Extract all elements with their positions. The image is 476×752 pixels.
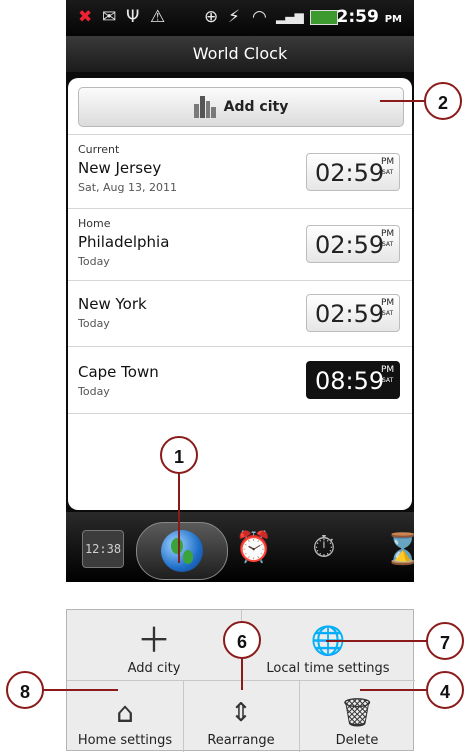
world-clock-icon[interactable] xyxy=(136,522,228,580)
city-label: Current xyxy=(78,143,120,156)
warning-icon: ⚠ xyxy=(150,7,166,27)
rearrange-icon: ⇕ xyxy=(230,698,252,728)
menu-item-add-city[interactable]: ＋ Add city xyxy=(67,610,241,676)
status-bar: ✖ ✉ Ψ ⚠ ⊕ ⚡ ◠ ▂▄▆ 2:59 PM xyxy=(66,0,414,36)
usb-icon: Ψ xyxy=(126,7,140,27)
city-ampm: PM xyxy=(381,229,395,239)
home-clock-icon: ⌂ xyxy=(116,696,134,729)
city-date: Today xyxy=(78,385,110,398)
city-date: Sat, Aug 13, 2011 xyxy=(78,181,177,194)
bottom-tab-bar: 12:38 ⏰ ⏱ ⌛ xyxy=(66,512,421,582)
callout-line xyxy=(178,473,180,563)
location-icon: ⊕ xyxy=(204,7,219,27)
callout-badge: 8 xyxy=(6,671,44,709)
menu-item-label: Rearrange xyxy=(207,733,275,748)
city-clock: 02:59 PM SAT xyxy=(306,153,400,191)
add-city-button[interactable]: Add city xyxy=(78,87,404,127)
callout-badge: 7 xyxy=(426,622,464,660)
menu-item-label: Local time settings xyxy=(266,661,390,676)
globe-icon xyxy=(161,530,203,572)
callout-badge: 6 xyxy=(223,621,261,659)
city-label: Home xyxy=(78,217,111,230)
city-row[interactable]: Cape Town Today 08:59 PM SAT xyxy=(68,346,412,414)
callout-line xyxy=(241,658,243,690)
status-time: 2:59 PM xyxy=(337,7,403,27)
callout-line xyxy=(360,689,426,691)
battery-icon xyxy=(310,10,338,25)
city-time: 02:59 xyxy=(315,300,385,328)
city-clock: 02:59 PM SAT xyxy=(306,294,400,332)
city-row[interactable]: Current New Jersey Sat, Aug 13, 2011 02:… xyxy=(68,134,412,209)
signal-icon: ⚡ xyxy=(228,7,240,27)
status-time-value: 2:59 xyxy=(336,7,379,27)
city-day: SAT xyxy=(382,241,394,248)
city-ampm: PM xyxy=(381,365,395,375)
missed-call-icon: ✖ xyxy=(78,7,93,27)
city-row[interactable]: New York Today 02:59 PM SAT xyxy=(68,280,412,347)
callout-badge: 4 xyxy=(426,671,464,709)
callout-line xyxy=(326,640,428,642)
phone-screen: ✖ ✉ Ψ ⚠ ⊕ ⚡ ◠ ▂▄▆ 2:59 PM World Clock Ad… xyxy=(66,0,421,582)
callout-line xyxy=(42,689,118,691)
city-day: SAT xyxy=(382,377,394,384)
city-date: Today xyxy=(78,255,110,268)
callout-line xyxy=(380,100,426,102)
city-day: SAT xyxy=(382,310,394,317)
menu-item-label: Home settings xyxy=(77,733,173,748)
status-time-suffix: PM xyxy=(384,14,402,25)
city-time: 02:59 xyxy=(315,159,385,187)
alarm-icon[interactable]: ⏰ xyxy=(234,526,274,570)
city-row[interactable]: Home Philadelphia Today 02:59 PM SAT xyxy=(68,208,412,281)
city-clock: 08:59 PM SAT xyxy=(306,361,400,399)
city-day: SAT xyxy=(382,169,394,176)
mail-icon: ✉ xyxy=(102,7,117,27)
callout-badge: 2 xyxy=(424,82,462,120)
city-name: Philadelphia xyxy=(78,233,170,251)
city-ampm: PM xyxy=(381,298,395,308)
menu-item-label: Add city xyxy=(127,661,181,676)
city-time: 08:59 xyxy=(315,367,385,395)
city-list-panel: Add city Current New Jersey Sat, Aug 13,… xyxy=(68,78,412,510)
city-time: 02:59 xyxy=(315,231,385,259)
trash-icon: 🗑 xyxy=(339,696,375,729)
add-city-label: Add city xyxy=(223,99,289,115)
menu-item-local-time-settings[interactable]: 🌐 Local time settings xyxy=(241,610,415,676)
menu-item-label: Delete xyxy=(335,733,379,748)
menu-item-rearrange[interactable]: ⇕ Rearrange xyxy=(183,680,299,748)
city-name: New Jersey xyxy=(78,159,162,177)
city-name: Cape Town xyxy=(78,363,159,381)
city-date: Today xyxy=(78,317,110,330)
desk-clock-icon[interactable]: 12:38 xyxy=(82,530,124,568)
plus-icon: ＋ xyxy=(137,621,171,661)
timer-icon[interactable]: ⌛ xyxy=(384,526,421,574)
wifi-icon: ◠ xyxy=(252,7,267,27)
page-title: World Clock xyxy=(66,36,414,72)
cell-signal-icon: ▂▄▆ xyxy=(276,10,304,24)
city-ampm: PM xyxy=(381,157,395,167)
city-clock: 02:59 PM SAT xyxy=(306,225,400,263)
city-name: New York xyxy=(78,295,147,313)
stopwatch-icon[interactable]: ⏱ xyxy=(304,526,344,570)
city-skyline-icon xyxy=(193,96,216,118)
callout-badge: 1 xyxy=(160,436,198,474)
